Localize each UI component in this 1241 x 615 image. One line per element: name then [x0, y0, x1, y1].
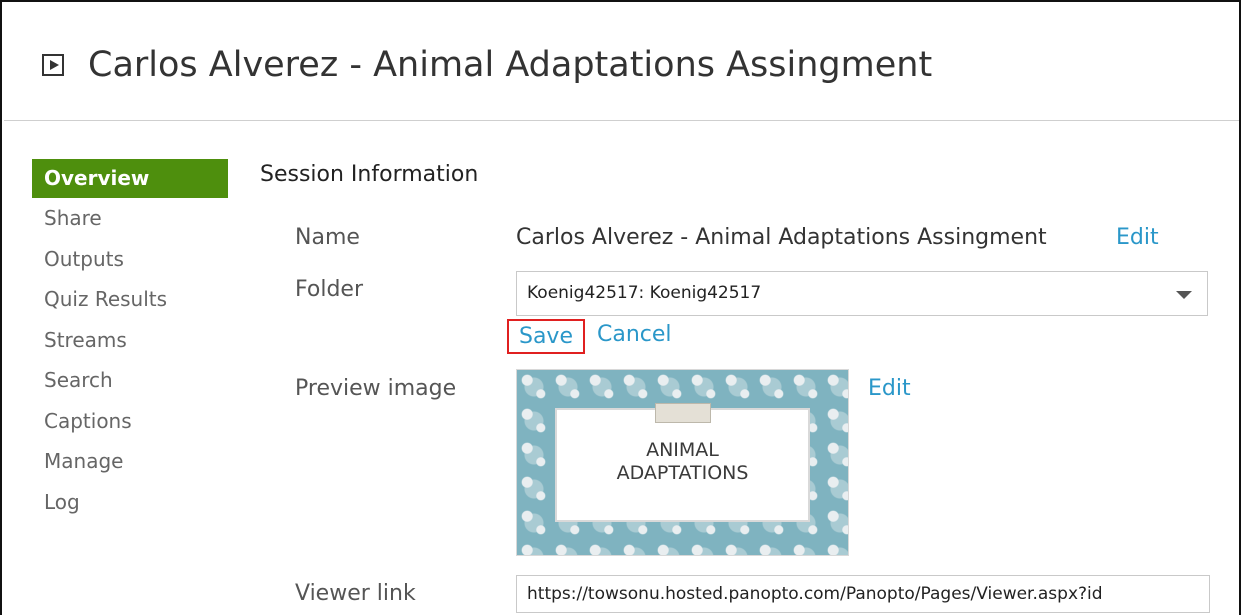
viewer-link-label: Viewer link	[295, 581, 416, 606]
folder-select[interactable]: Koenig42517: Koenig42517	[516, 271, 1208, 316]
preview-image-text: ANIMAL ADAPTATIONS	[616, 439, 749, 484]
chevron-down-icon	[1176, 291, 1192, 299]
preview-clip	[655, 403, 711, 423]
sidebar-item-streams[interactable]: Streams	[32, 320, 228, 361]
header: Carlos Alverez - Animal Adaptations Assi…	[42, 42, 932, 88]
sidebar-item-share[interactable]: Share	[32, 198, 228, 239]
preview-image-label: Preview image	[295, 376, 457, 401]
cancel-button[interactable]: Cancel	[597, 322, 672, 347]
session-window: Carlos Alverez - Animal Adaptations Assi…	[0, 0, 1241, 615]
header-divider	[4, 120, 1239, 121]
sidebar-item-outputs[interactable]: Outputs	[32, 239, 228, 280]
sidebar: Overview Share Outputs Quiz Results Stre…	[32, 159, 228, 522]
folder-label: Folder	[295, 277, 363, 302]
preview-edit-link[interactable]: Edit	[868, 376, 911, 401]
play-icon	[42, 54, 64, 76]
session-name-value: Carlos Alverez - Animal Adaptations Assi…	[516, 225, 1047, 250]
viewer-link-field[interactable]: https://towsonu.hosted.panopto.com/Panop…	[516, 575, 1210, 613]
sidebar-item-captions[interactable]: Captions	[32, 401, 228, 442]
sidebar-item-quiz-results[interactable]: Quiz Results	[32, 279, 228, 320]
sidebar-item-search[interactable]: Search	[32, 360, 228, 401]
name-edit-link[interactable]: Edit	[1116, 225, 1159, 250]
section-title: Session Information	[260, 162, 479, 187]
sidebar-item-overview[interactable]: Overview	[32, 159, 228, 198]
sidebar-item-manage[interactable]: Manage	[32, 441, 228, 482]
save-button[interactable]: Save	[507, 319, 585, 354]
name-label: Name	[295, 225, 360, 250]
folder-select-value: Koenig42517: Koenig42517	[527, 283, 762, 303]
page-title: Carlos Alverez - Animal Adaptations Assi…	[88, 45, 933, 85]
sidebar-item-log[interactable]: Log	[32, 482, 228, 523]
preview-image: ANIMAL ADAPTATIONS	[516, 369, 849, 556]
